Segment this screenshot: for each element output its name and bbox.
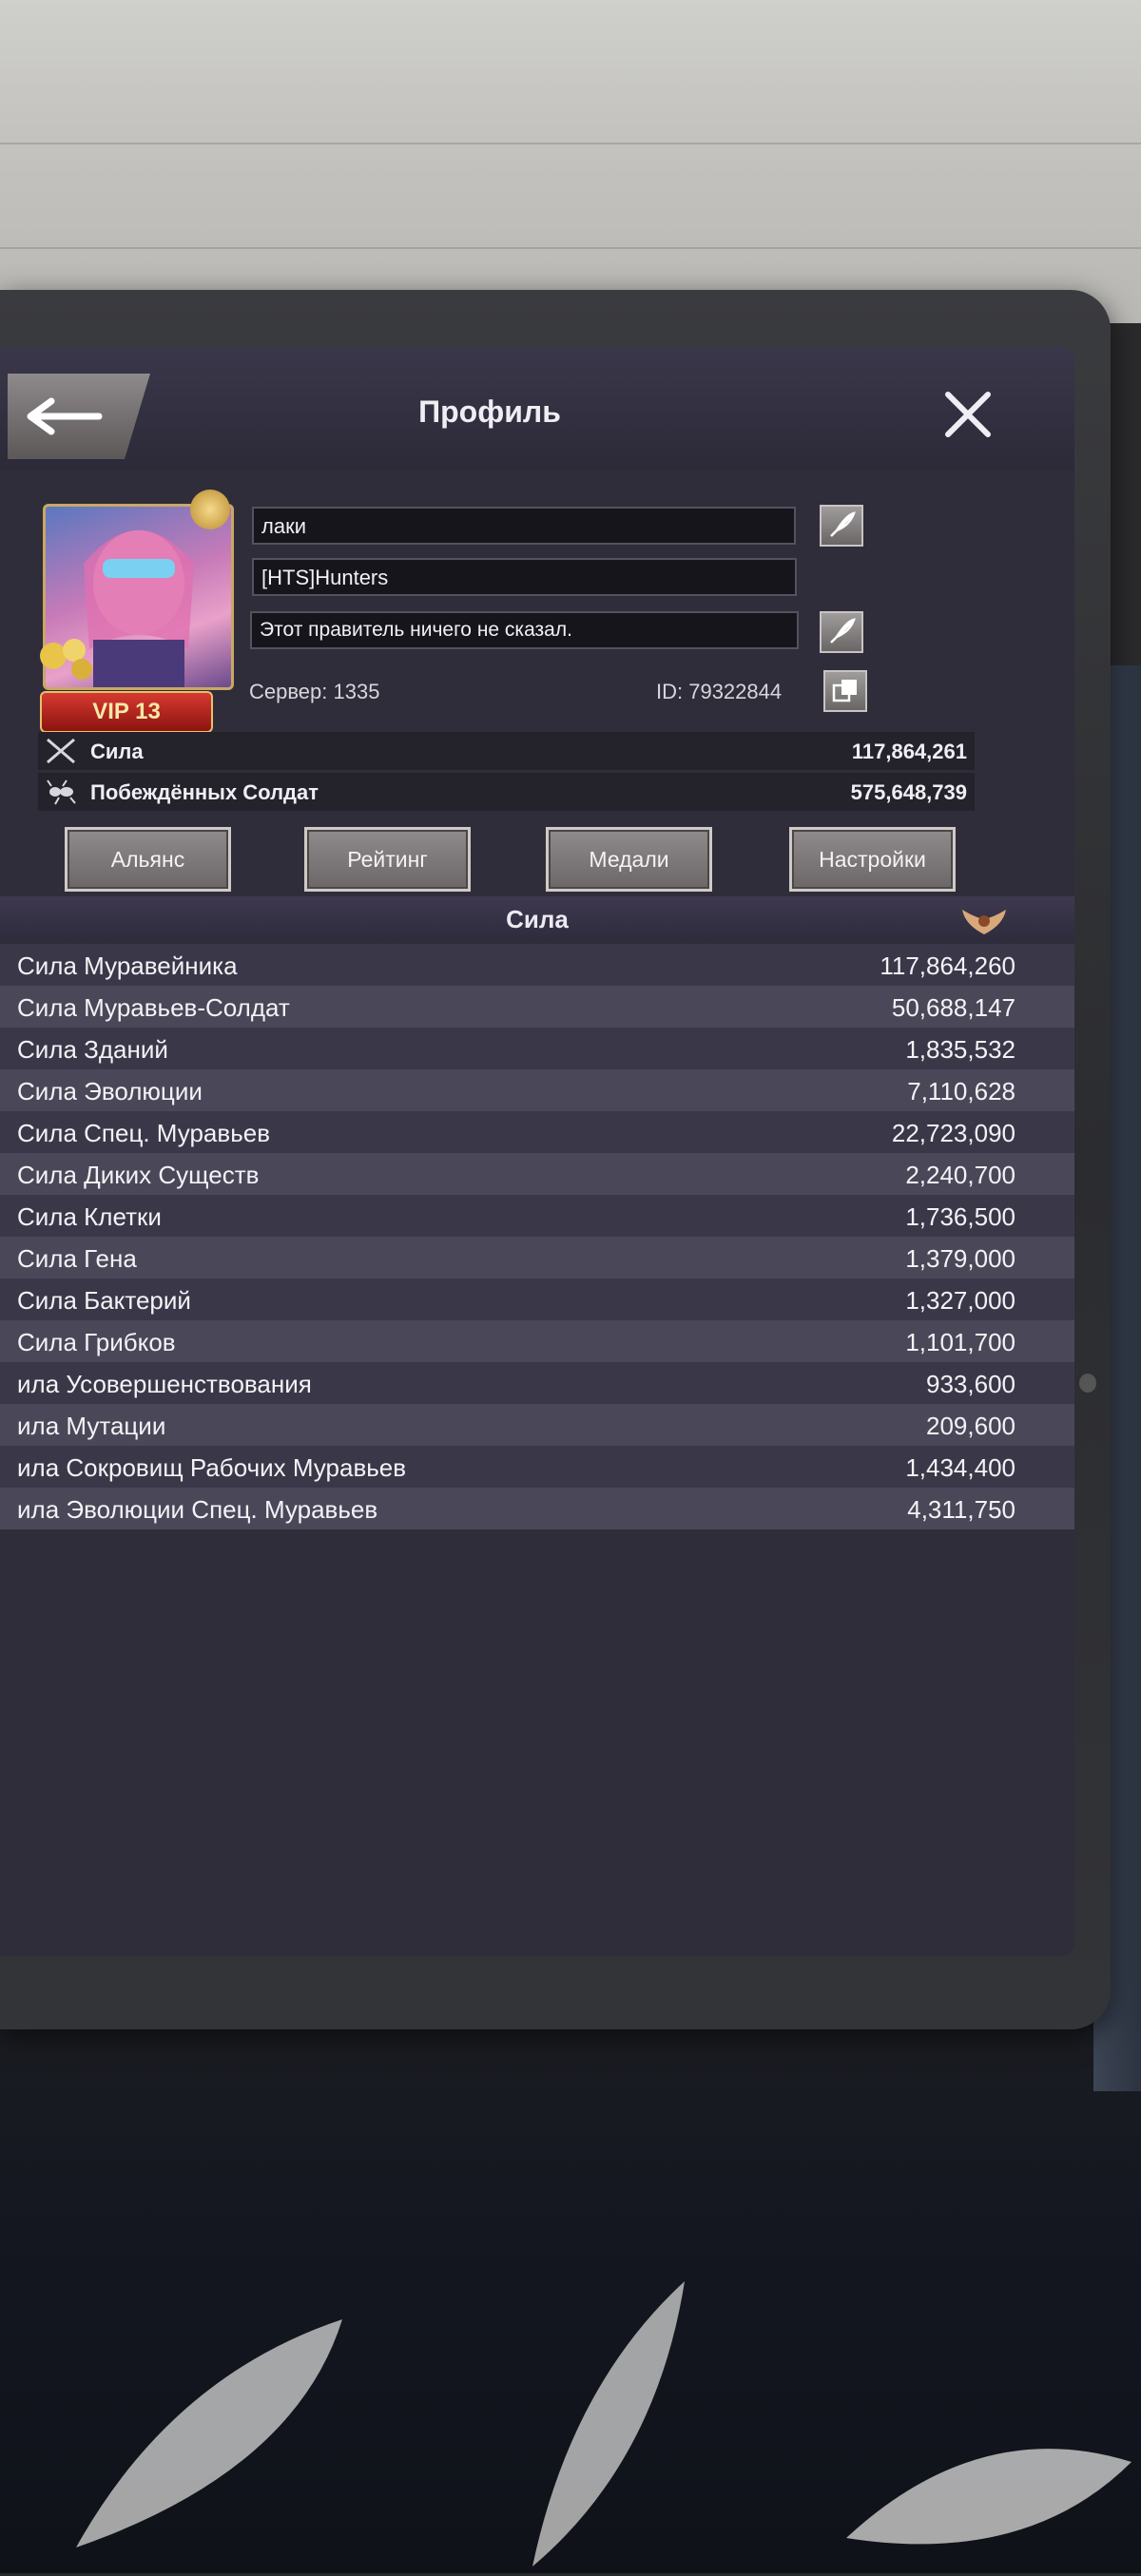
list-item: Сила Зданий 1,835,532 <box>0 1028 1074 1069</box>
list-item: ила Усовершенствования 933,600 <box>0 1362 1074 1404</box>
row-value: 50,688,147 <box>891 993 1015 1022</box>
row-label: Сила Бактерий <box>17 1286 191 1315</box>
background-floor <box>0 0 1141 323</box>
stat-value: 575,648,739 <box>850 780 967 804</box>
list-item: Сила Бактерий 1,327,000 <box>0 1278 1074 1320</box>
row-label: ила Сокровищ Рабочих Муравьев <box>17 1453 407 1482</box>
ant-icon <box>47 779 76 805</box>
motto-field: Этот правитель ничего не сказал. <box>250 611 799 649</box>
section-header: Сила <box>0 896 1074 942</box>
row-label: ила Усовершенствования <box>17 1370 312 1398</box>
row-value: 1,101,700 <box>905 1328 1015 1356</box>
leaf-pattern <box>532 2281 685 2566</box>
list-item: ила Сокровищ Рабочих Муравьев 1,434,400 <box>0 1446 1074 1488</box>
row-label: Сила Муравьев-Солдат <box>17 993 290 1022</box>
row-value: 2,240,700 <box>905 1161 1015 1189</box>
row-label: Сила Муравейника <box>17 952 238 980</box>
tablet-case: Профиль VIP 13 лаки [HTS]Hunters Этот пр… <box>0 290 1111 2029</box>
row-value: 4,311,750 <box>907 1495 1015 1524</box>
row-value: 1,736,500 <box>905 1202 1015 1231</box>
leaf-pattern <box>846 2449 1131 2545</box>
player-name-field: лаки <box>252 507 796 545</box>
stat-label: Побеждённых Солдат <box>90 780 319 804</box>
row-value: 1,835,532 <box>905 1035 1015 1064</box>
list-item: Сила Эволюции 7,110,628 <box>0 1069 1074 1111</box>
stat-label: Сила <box>90 740 144 763</box>
row-label: Сила Спец. Муравьев <box>17 1119 271 1147</box>
row-value: 1,379,000 <box>905 1244 1015 1273</box>
vip-badge[interactable]: VIP 13 <box>40 691 213 733</box>
row-label: Сила Гена <box>17 1244 137 1273</box>
power-list: Сила Муравейника 117,864,260 Сила Муравье… <box>0 944 1074 1529</box>
leaf-pattern <box>76 2319 342 2547</box>
copy-id-button[interactable] <box>823 670 867 712</box>
alliance-tag-field: [HTS]Hunters <box>252 558 797 596</box>
list-item: ила Эволюции Спец. Муравьев 4,311,750 <box>0 1488 1074 1529</box>
floor-plank-line <box>0 143 1141 144</box>
row-label: ила Мутации <box>17 1412 166 1440</box>
list-item: Сила Спец. Муравьев 22,723,090 <box>0 1111 1074 1153</box>
edit-name-button[interactable] <box>820 505 863 547</box>
list-item: Сила Муравьев-Солдат 50,688,147 <box>0 986 1074 1028</box>
flower-badge-icon <box>40 639 92 680</box>
close-button[interactable] <box>939 389 996 446</box>
row-label: Сила Эволюции <box>17 1077 203 1105</box>
page-title: Профиль <box>418 394 561 429</box>
swords-icon <box>47 738 75 764</box>
row-value: 7,110,628 <box>907 1077 1015 1105</box>
stat-row-soldiers: Побеждённых Солдат 575,648,739 <box>38 773 975 811</box>
change-avatar-icon[interactable] <box>190 490 230 529</box>
floor-plank-line <box>0 247 1141 249</box>
case-camera-dot <box>1079 1374 1096 1393</box>
background-blanket <box>0 1996 1141 2573</box>
row-value: 1,327,000 <box>905 1286 1015 1315</box>
row-value: 1,434,400 <box>905 1453 1015 1482</box>
row-label: Сила Грибков <box>17 1328 176 1356</box>
row-label: Сила Зданий <box>17 1035 168 1064</box>
player-id-label: ID: 79322844 <box>656 680 783 703</box>
row-value: 933,600 <box>926 1370 1015 1398</box>
stat-value: 117,864,261 <box>851 740 967 763</box>
row-label: Сила Клетки <box>17 1202 162 1231</box>
list-item: ила Мутации 209,600 <box>0 1404 1074 1446</box>
tab-rating[interactable]: Рейтинг <box>304 827 471 892</box>
tab-alliance[interactable]: Альянс <box>65 827 231 892</box>
row-label: ила Эволюции Спец. Муравьев <box>17 1495 378 1524</box>
row-value: 22,723,090 <box>891 1119 1015 1147</box>
row-label: Сила Диких Существ <box>17 1161 260 1189</box>
tab-medals[interactable]: Медали <box>546 827 712 892</box>
quill-icon <box>830 618 856 644</box>
stat-row-power: Сила 117,864,261 <box>38 732 975 770</box>
wings-icon[interactable] <box>960 906 1008 940</box>
edit-motto-button[interactable] <box>820 611 863 653</box>
game-screen: Профиль VIP 13 лаки [HTS]Hunters Этот пр… <box>0 347 1074 1956</box>
list-item: Сила Грибков 1,101,700 <box>0 1320 1074 1362</box>
row-value: 209,600 <box>926 1412 1015 1440</box>
quill-icon <box>830 511 856 537</box>
list-item: Сила Диких Существ 2,240,700 <box>0 1153 1074 1195</box>
copy-icon <box>832 680 857 702</box>
server-label: Сервер: 1335 <box>249 680 380 703</box>
tab-settings[interactable]: Настройки <box>789 827 956 892</box>
list-item: Сила Муравейника 117,864,260 <box>0 944 1074 986</box>
list-item: Сила Клетки 1,736,500 <box>0 1195 1074 1237</box>
close-icon <box>945 392 991 437</box>
list-item: Сила Гена 1,379,000 <box>0 1237 1074 1278</box>
row-value: 117,864,260 <box>880 952 1015 980</box>
